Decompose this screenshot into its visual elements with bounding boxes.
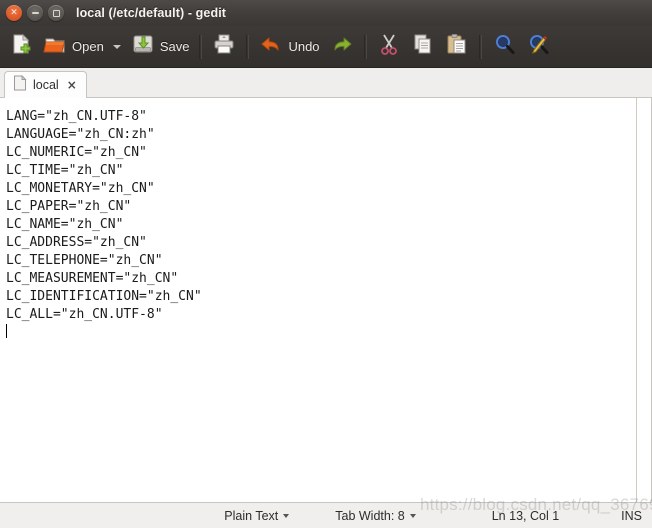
minimize-icon <box>31 12 39 14</box>
toolbar-separator <box>246 34 250 59</box>
code-line: LC_NUMERIC="zh_CN" <box>6 145 147 160</box>
code-line: LC_TIME="zh_CN" <box>6 163 124 178</box>
language-label: Plain Text <box>224 508 279 523</box>
window-controls: × <box>6 5 64 21</box>
copy-icon <box>411 32 435 61</box>
tab-close-icon[interactable]: × <box>67 79 77 91</box>
code-line: LC_PAPER="zh_CN" <box>6 199 132 214</box>
close-icon: × <box>10 7 18 17</box>
code-line: LC_MONETARY="zh_CN" <box>6 181 155 196</box>
copy-button[interactable] <box>406 29 440 65</box>
new-document-button[interactable] <box>4 29 38 65</box>
language-selector[interactable]: Plain Text <box>224 508 290 523</box>
text-view[interactable]: LANG="zh_CN.UTF-8" LANGUAGE="zh_CN:zh" L… <box>0 98 652 502</box>
code-line: LC_IDENTIFICATION="zh_CN" <box>6 289 202 304</box>
code-line: LC_NAME="zh_CN" <box>6 217 124 232</box>
cursor-position-label: Ln 13, Col 1 <box>491 508 560 523</box>
document-icon <box>13 74 27 96</box>
maximize-icon <box>52 9 60 17</box>
insert-mode-indicator: INS <box>621 509 642 523</box>
save-button[interactable]: Save <box>126 29 195 65</box>
close-window-button[interactable]: × <box>6 5 22 21</box>
open-button-label: Open <box>72 39 104 54</box>
save-icon <box>131 32 155 61</box>
code-line: LC_ALL="zh_CN.UTF-8" <box>6 307 163 322</box>
new-document-icon <box>9 32 33 61</box>
redo-button[interactable] <box>325 29 359 65</box>
code-line: LANG="zh_CN.UTF-8" <box>6 109 147 124</box>
minimize-window-button[interactable] <box>27 5 43 21</box>
chevron-down-icon[interactable] <box>409 513 416 518</box>
scrollbar-trough[interactable] <box>637 98 651 502</box>
text-cursor <box>6 324 7 338</box>
title-bar: × local (/etc/default) - gedit <box>0 0 652 26</box>
tab-width-label: Tab Width: 8 <box>335 508 405 523</box>
cursor-position: Ln 13, Col 1 <box>492 509 559 523</box>
print-button[interactable] <box>207 29 241 65</box>
status-bar: Plain Text Tab Width: 8 Ln 13, Col 1 INS <box>0 502 652 528</box>
code-line-cursor <box>6 324 636 342</box>
chevron-down-icon[interactable] <box>283 513 290 518</box>
replace-button[interactable] <box>521 29 555 65</box>
paste-icon <box>445 32 469 61</box>
tab-bar: local × <box>0 68 652 98</box>
chevron-down-icon[interactable] <box>112 44 121 49</box>
search-replace-icon <box>526 32 550 61</box>
window-title: local (/etc/default) - gedit <box>76 6 227 20</box>
toolbar-separator <box>478 34 482 59</box>
tab-local[interactable]: local × <box>4 71 87 98</box>
toolbar-separator <box>199 34 203 59</box>
insert-mode-label: INS <box>621 508 642 523</box>
redo-arrow-icon <box>330 32 354 61</box>
open-button[interactable]: Open <box>38 29 126 65</box>
tab-label: local <box>33 78 59 92</box>
print-icon <box>212 32 236 61</box>
save-button-label: Save <box>159 39 190 54</box>
gedit-window: × local (/etc/default) - gedit Open Save… <box>0 0 652 528</box>
find-button[interactable] <box>487 29 521 65</box>
open-folder-icon <box>43 32 67 61</box>
undo-arrow-icon <box>259 32 283 61</box>
scissors-icon <box>377 32 401 61</box>
undo-button[interactable]: Undo <box>254 29 324 65</box>
code-line: LC_ADDRESS="zh_CN" <box>6 235 147 250</box>
toolbar-separator <box>363 34 367 59</box>
undo-button-label: Undo <box>288 39 320 54</box>
code-line: LANGUAGE="zh_CN:zh" <box>6 127 155 142</box>
text-editor-area[interactable]: LANG="zh_CN.UTF-8" LANGUAGE="zh_CN:zh" L… <box>0 98 637 502</box>
code-line: LC_TELEPHONE="zh_CN" <box>6 253 163 268</box>
search-icon <box>492 32 516 61</box>
cut-button[interactable] <box>372 29 406 65</box>
paste-button[interactable] <box>440 29 474 65</box>
tab-width-selector[interactable]: Tab Width: 8 <box>335 508 416 523</box>
maximize-window-button[interactable] <box>48 5 64 21</box>
toolbar: Open Save Undo <box>0 26 652 68</box>
code-line: LC_MEASUREMENT="zh_CN" <box>6 271 179 286</box>
